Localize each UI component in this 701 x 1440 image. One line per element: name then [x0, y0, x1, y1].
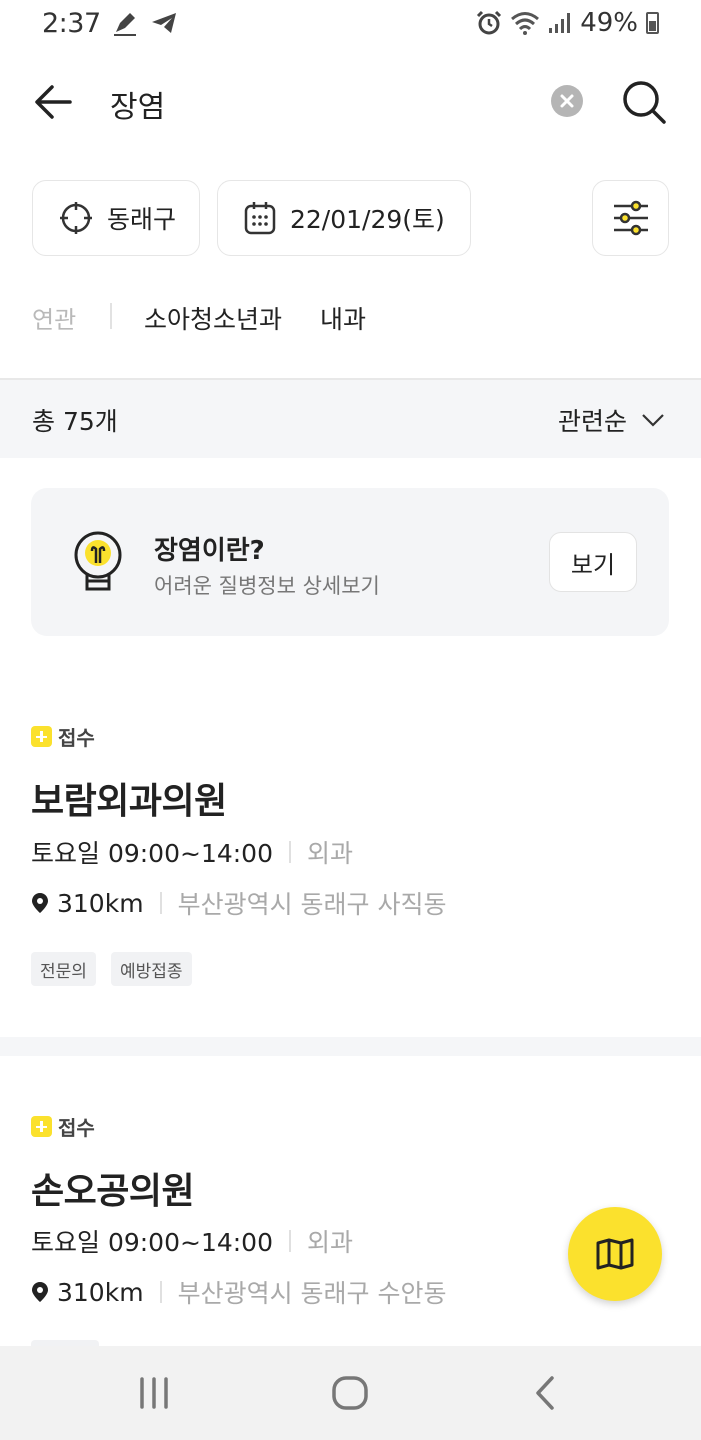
related-tag-pediatrics[interactable]: 소아청소년과 [144, 300, 282, 336]
wifi-icon [511, 12, 540, 35]
back-nav-button[interactable] [522, 1370, 570, 1416]
location-filter-chip[interactable]: 동래구 [32, 180, 200, 256]
search-input[interactable]: 장염 [110, 82, 165, 126]
recent-apps-icon [140, 1377, 168, 1409]
search-button[interactable] [618, 76, 670, 128]
calendar-icon [244, 202, 276, 235]
hospital-distance: 310km [57, 888, 144, 918]
pen-icon [114, 13, 136, 36]
home-icon [332, 1376, 368, 1410]
result-count: 총 75개 [32, 407, 118, 436]
hospital-name[interactable]: 보람외과의원 [31, 772, 227, 824]
search-icon [623, 81, 666, 124]
telegram-icon [152, 13, 176, 33]
hospital-hours: 토요일 09:00~14:00 [31, 1228, 273, 1257]
hospital-department: 외과 [307, 1228, 354, 1257]
chevron-down-icon [642, 414, 664, 427]
hospital-address: 부산광역시 동래구 사직동 [177, 890, 447, 919]
map-icon [596, 1238, 634, 1270]
sliders-icon [613, 200, 648, 236]
location-line: 310km 부산광역시 동래구 수안동 [31, 1274, 446, 1310]
related-tag-internal-medicine[interactable]: 내과 [320, 300, 366, 336]
map-pin-icon [32, 1282, 48, 1302]
registration-badge: 접수 [31, 722, 95, 751]
registration-label: 접수 [58, 1116, 95, 1140]
arrow-left-icon [35, 85, 72, 119]
registration-badge: 접수 [31, 1112, 95, 1141]
divider [289, 841, 291, 863]
status-left-icons [112, 10, 178, 36]
hospital-department: 외과 [307, 839, 354, 868]
map-pin-icon [32, 893, 48, 913]
info-card-subtitle: 어려운 질병정보 상세보기 [154, 574, 380, 598]
back-button[interactable] [30, 78, 78, 126]
clear-search-button[interactable] [551, 85, 583, 117]
registration-label: 접수 [58, 726, 95, 750]
hospital-hours: 토요일 09:00~14:00 [31, 839, 273, 868]
hospital-address: 부산광역시 동래구 수안동 [177, 1279, 447, 1308]
divider [159, 1281, 162, 1303]
date-filter-label: 22/01/29(토) [290, 205, 445, 234]
related-divider [110, 303, 112, 329]
hospital-list-item[interactable]: 접수 보람외과의원 토요일 09:00~14:00 외과 310km 부산광역시… [0, 700, 701, 1030]
list-divider [0, 1037, 701, 1056]
hospital-name[interactable]: 손오공의원 [31, 1162, 195, 1214]
chevron-left-icon [536, 1376, 554, 1410]
status-right: 49% [476, 8, 659, 38]
location-filter-label: 동래구 [107, 205, 177, 234]
divider [289, 1230, 291, 1252]
plus-icon [31, 726, 52, 747]
battery-icon [646, 12, 659, 34]
filter-settings-button[interactable] [592, 180, 669, 256]
info-card-title: 장염이란? [154, 536, 265, 566]
hours-line: 토요일 09:00~14:00 외과 [31, 834, 353, 870]
alarm-icon [477, 10, 502, 35]
date-filter-chip[interactable]: 22/01/29(토) [217, 180, 471, 256]
status-time: 2:37 [42, 8, 101, 39]
divider [159, 892, 162, 914]
related-label: 연관 [32, 306, 77, 334]
crosshair-icon [60, 202, 92, 234]
location-line: 310km 부산광역시 동래구 사직동 [31, 885, 446, 921]
hospital-tag: 예방접종 [111, 952, 192, 986]
plus-icon [31, 1116, 52, 1137]
battery-percent: 49% [580, 8, 638, 38]
lightbulb-icon [70, 529, 126, 597]
recent-apps-button[interactable] [130, 1370, 178, 1416]
sort-label: 관련순 [558, 407, 628, 436]
hours-line: 토요일 09:00~14:00 외과 [31, 1223, 353, 1259]
sort-dropdown[interactable]: 관련순 [558, 402, 665, 438]
hospital-tag: 전문의 [31, 952, 96, 986]
view-info-button[interactable]: 보기 [549, 532, 637, 592]
signal-icon [549, 13, 571, 33]
map-view-button[interactable] [568, 1207, 662, 1301]
hospital-distance: 310km [57, 1277, 144, 1307]
home-button[interactable] [326, 1370, 374, 1416]
close-icon [560, 94, 574, 108]
